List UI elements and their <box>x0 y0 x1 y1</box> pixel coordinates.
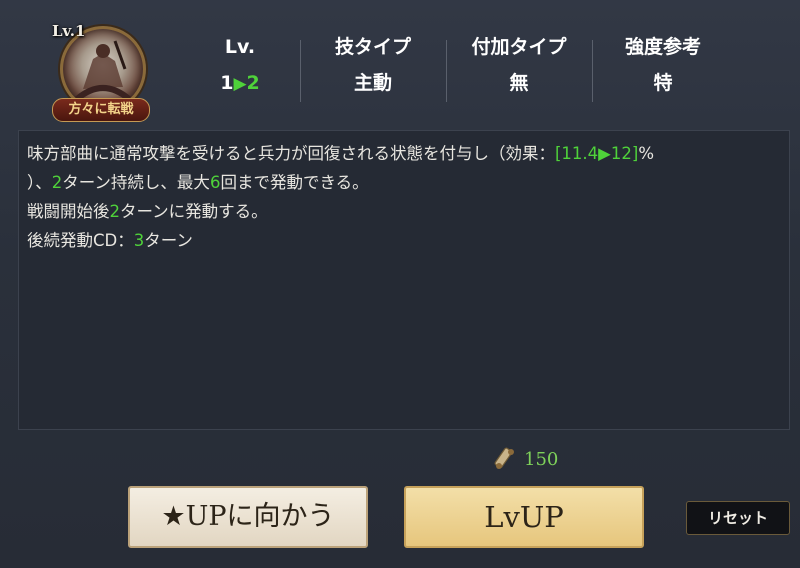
skill-icon[interactable]: Lv.1 方々に転戦 <box>52 22 150 126</box>
stat-add-type-value: 無 <box>509 72 529 94</box>
stat-level: Lv. 1▶2 <box>196 34 284 104</box>
skill-level-tag: Lv.1 <box>52 22 86 40</box>
stat-level-value: 1▶2 <box>196 70 284 97</box>
duration-value: 2 <box>51 173 63 192</box>
warrior-icon <box>75 40 131 102</box>
description-line: ）、2ターン持続し、最大6回まで発動できる。 <box>27 173 369 192</box>
reset-button[interactable]: リセット <box>686 501 790 535</box>
max-count-value: 6 <box>209 173 221 192</box>
stat-strength: 強度参考 特 <box>604 34 722 104</box>
level-to: 2 <box>246 72 260 94</box>
trigger-turn-value: 2 <box>109 202 121 221</box>
upgrade-cost: 150 <box>492 444 558 474</box>
description-line: 戦闘開始後2ターンに発動する。 <box>27 202 268 221</box>
stat-skill-type-label: 技タイプ <box>334 36 411 58</box>
divider <box>592 40 593 102</box>
cost-value: 150 <box>524 448 559 470</box>
stat-add-type-label: 付加タイプ <box>471 36 567 58</box>
stat-skill-type-value: 主動 <box>353 72 392 94</box>
effect-value: [11.4▶12] <box>555 144 639 163</box>
divider <box>446 40 447 102</box>
cooldown-value: 3 <box>133 231 145 250</box>
level-from: 1 <box>220 72 234 94</box>
description-panel: 味方部曲に通常攻撃を受けると兵力が回復される状態を付与し（効果：[11.4▶12… <box>18 130 790 430</box>
divider <box>300 40 301 102</box>
stat-skill-type: 技タイプ 主動 <box>318 34 428 104</box>
description-line: 味方部曲に通常攻撃を受けると兵力が回復される状態を付与し（効果：[11.4▶12… <box>27 144 654 163</box>
stat-strength-label: 強度参考 <box>624 36 701 58</box>
stat-strength-value: 特 <box>653 72 673 94</box>
description-line: 後続発動CD：3ターン <box>27 231 193 250</box>
scroll-icon <box>494 447 514 469</box>
stat-level-label: Lv. <box>224 36 256 58</box>
arrow-right-icon: ▶ <box>233 74 247 94</box>
star-up-button[interactable]: ★UPに向かう <box>128 486 368 548</box>
level-up-button[interactable]: LvUP <box>404 486 644 548</box>
skill-name-label: 方々に転戦 <box>52 98 150 122</box>
stat-add-type: 付加タイプ 無 <box>460 34 578 104</box>
